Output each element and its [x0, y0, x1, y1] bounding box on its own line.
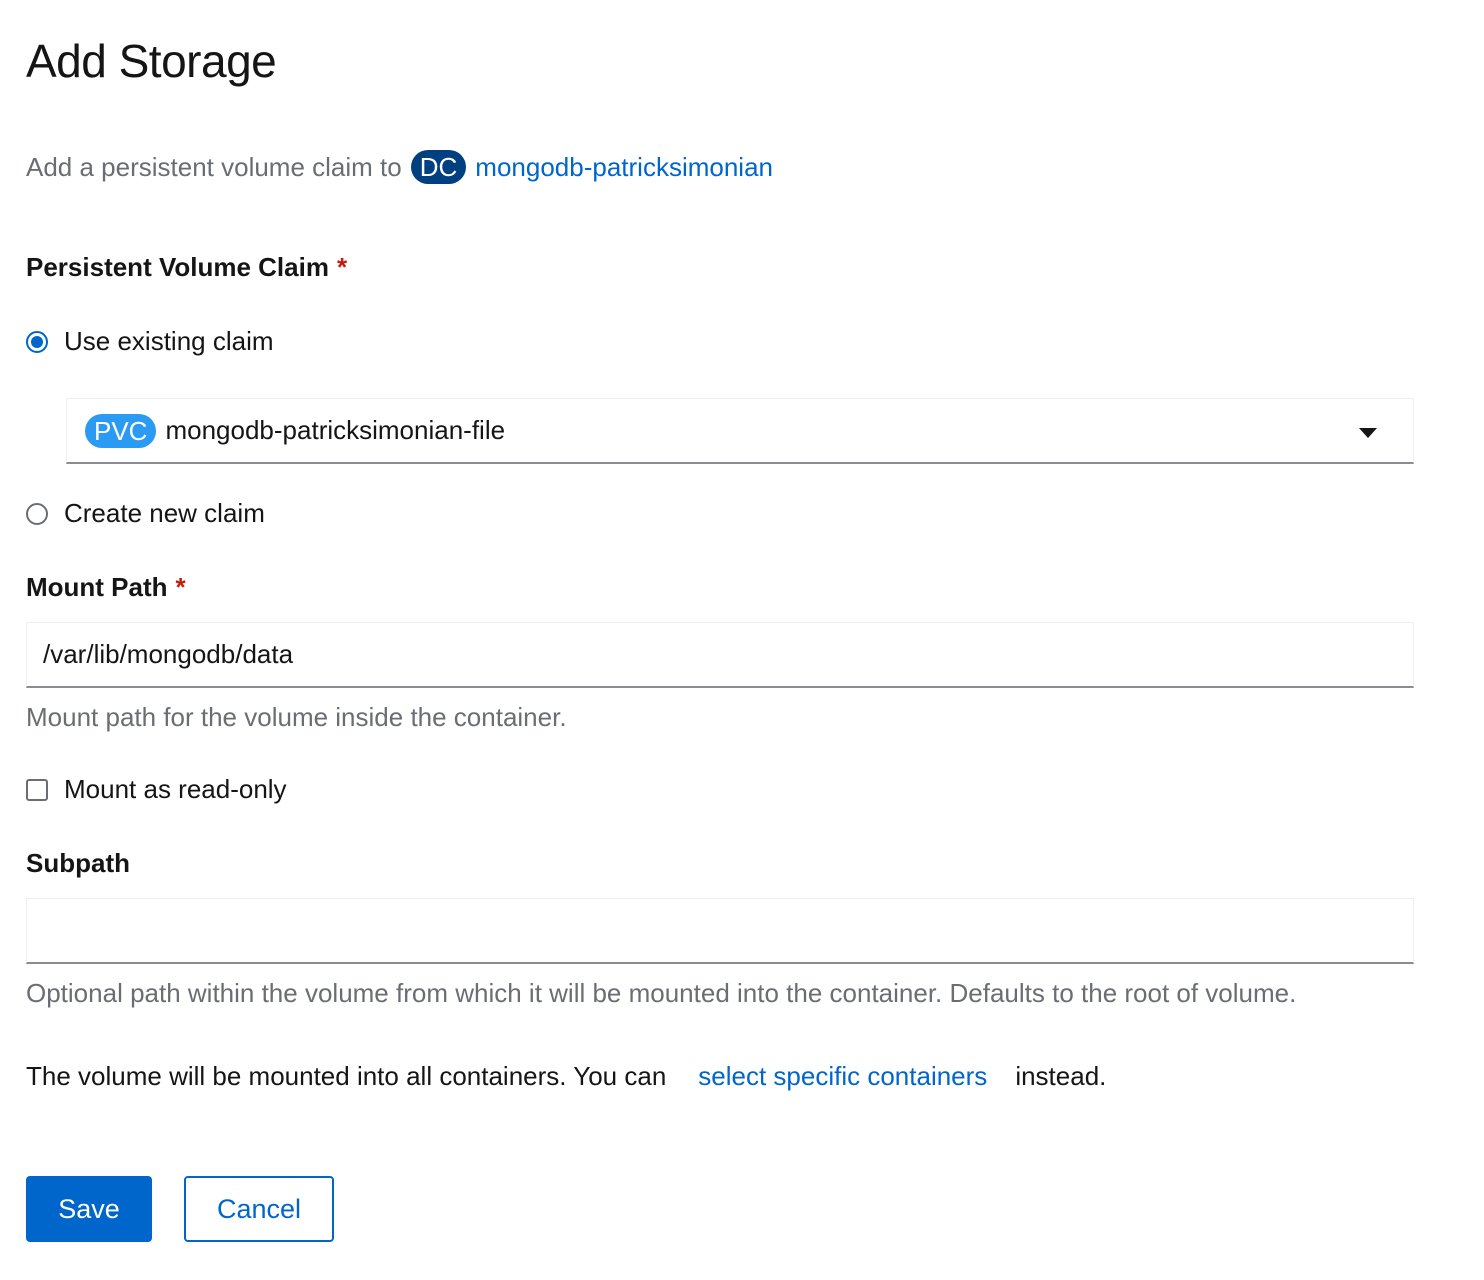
containers-note-prefix: The volume will be mounted into all cont…	[26, 1061, 667, 1091]
mount-path-input[interactable]	[26, 622, 1414, 688]
required-marker: *	[336, 252, 348, 282]
subpath-helper: Optional path within the volume from whi…	[26, 978, 1297, 1008]
read-only-checkbox[interactable]	[26, 778, 48, 801]
subpath-label: Subpath	[26, 848, 130, 878]
radio-button-checked[interactable]	[26, 330, 48, 353]
containers-note-suffix: instead.	[1015, 1061, 1107, 1091]
radio-use-existing-claim[interactable]: Use existing claim	[26, 326, 274, 357]
caret-down-icon	[1359, 428, 1377, 438]
radio-label: Use existing claim	[64, 326, 274, 356]
radio-label: Create new claim	[64, 498, 265, 528]
save-button[interactable]: Save	[26, 1176, 152, 1242]
pvc-select-dropdown[interactable]: PVC mongodb-patricksimonian-file	[66, 398, 1414, 464]
subtitle-prefix: Add a persistent volume claim to	[26, 151, 402, 182]
mount-path-label-text: Mount Path	[26, 572, 168, 602]
radio-button-unchecked[interactable]	[26, 502, 48, 525]
subtitle: Add a persistent volume claim to DC mong…	[26, 150, 773, 184]
pvc-label: Persistent Volume Claim *	[26, 252, 347, 283]
read-only-checkbox-row[interactable]: Mount as read-only	[26, 774, 287, 805]
page-title: Add Storage	[26, 35, 277, 87]
pvc-label-text: Persistent Volume Claim	[26, 252, 329, 282]
pvc-badge: PVC	[85, 413, 157, 448]
containers-note: The volume will be mounted into all cont…	[26, 1061, 1106, 1092]
read-only-label: Mount as read-only	[64, 774, 287, 804]
radio-create-new-claim[interactable]: Create new claim	[26, 498, 265, 529]
cancel-button[interactable]: Cancel	[184, 1176, 334, 1242]
required-marker: *	[175, 572, 186, 602]
subpath-input[interactable]	[26, 898, 1414, 964]
resource-link[interactable]: mongodb-patricksimonian	[475, 152, 773, 183]
dc-resource-badge: DC	[410, 150, 467, 184]
mount-path-label: Mount Path *	[26, 572, 186, 603]
mount-path-helper: Mount path for the volume inside the con…	[26, 702, 567, 732]
pvc-select-value: mongodb-patricksimonian-file	[165, 415, 506, 445]
select-containers-link[interactable]: select specific containers	[698, 1061, 987, 1091]
